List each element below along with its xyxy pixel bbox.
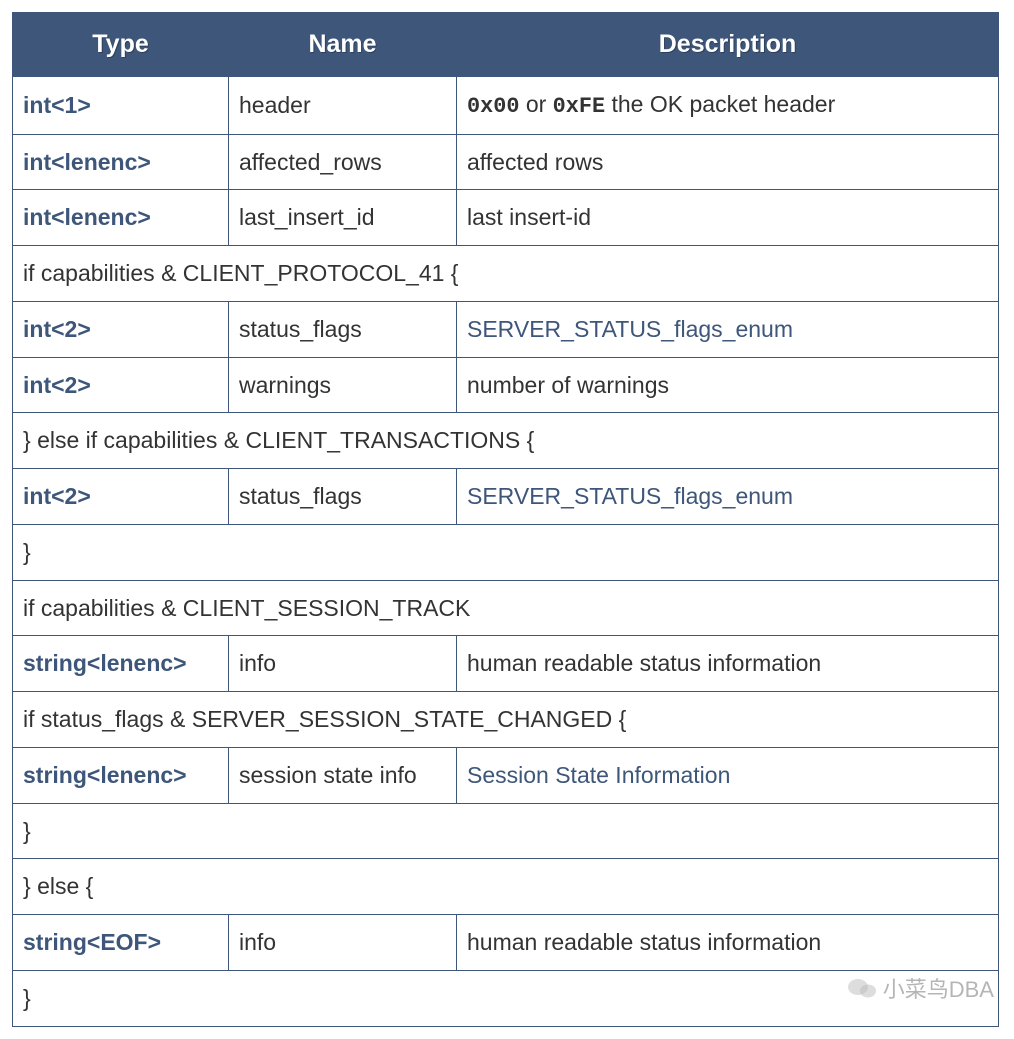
name-cell: header — [229, 77, 457, 134]
name-cell: status_flags — [229, 301, 457, 357]
conditional-row: } — [13, 803, 999, 859]
description-cell: SERVER_STATUS_flags_enum — [457, 301, 999, 357]
conditional-row: if capabilities & CLIENT_SESSION_TRACK — [13, 580, 999, 636]
description-text: number of warnings — [467, 372, 669, 398]
col-header-type: Type — [13, 13, 229, 77]
table-row: if status_flags & SERVER_SESSION_STATE_C… — [13, 692, 999, 748]
table-row: if capabilities & CLIENT_PROTOCOL_41 { — [13, 246, 999, 302]
description-cell: last insert-id — [457, 190, 999, 246]
description-cell: human readable status information — [457, 915, 999, 971]
description-cell: affected rows — [457, 134, 999, 190]
conditional-row: } — [13, 524, 999, 580]
conditional-row: if status_flags & SERVER_SESSION_STATE_C… — [13, 692, 999, 748]
type-cell: int<2> — [13, 301, 229, 357]
description-text: affected rows — [467, 149, 603, 175]
table-header-row: Type Name Description — [13, 13, 999, 77]
type-cell: string<EOF> — [13, 915, 229, 971]
conditional-row: } — [13, 970, 999, 1026]
table-row: } — [13, 803, 999, 859]
description-text: or — [519, 91, 552, 117]
type-link[interactable]: string<lenenc> — [23, 650, 187, 676]
type-cell: int<2> — [13, 469, 229, 525]
type-link[interactable]: string<lenenc> — [23, 762, 187, 788]
description-cell: human readable status information — [457, 636, 999, 692]
type-link[interactable]: int<lenenc> — [23, 149, 151, 175]
code-literal: 0x00 — [467, 94, 519, 119]
conditional-row: } else { — [13, 859, 999, 915]
conditional-row: if capabilities & CLIENT_PROTOCOL_41 { — [13, 246, 999, 302]
table-row: } — [13, 524, 999, 580]
table-row: } else { — [13, 859, 999, 915]
type-link[interactable]: int<2> — [23, 483, 91, 509]
description-cell: SERVER_STATUS_flags_enum — [457, 469, 999, 525]
table-row: string<lenenc> session state info Session … — [13, 747, 999, 803]
name-cell: info — [229, 636, 457, 692]
table-row: int<lenenc> last_insert_id last insert-id — [13, 190, 999, 246]
table-row: string<lenenc> info human readable status … — [13, 636, 999, 692]
name-cell: warnings — [229, 357, 457, 413]
description-link[interactable]: SERVER_STATUS_flags_enum — [467, 316, 793, 342]
type-cell: int<lenenc> — [13, 190, 229, 246]
table-row: } — [13, 970, 999, 1026]
type-cell: int<1> — [13, 77, 229, 134]
table-row: int<lenenc> affected_rows affected rows — [13, 134, 999, 190]
table-row: int<2> status_flags SERVER_STATUS_flags_en… — [13, 469, 999, 525]
description-cell: Session State Information — [457, 747, 999, 803]
name-cell: session state info — [229, 747, 457, 803]
type-link[interactable]: int<lenenc> — [23, 204, 151, 230]
name-cell: status_flags — [229, 469, 457, 525]
table-row: } else if capabilities & CLIENT_TRANSACT… — [13, 413, 999, 469]
type-cell: int<2> — [13, 357, 229, 413]
table-row: if capabilities & CLIENT_SESSION_TRACK — [13, 580, 999, 636]
description-text: human readable status information — [467, 650, 821, 676]
name-cell: last_insert_id — [229, 190, 457, 246]
type-link[interactable]: int<2> — [23, 316, 91, 342]
type-link[interactable]: string<EOF> — [23, 929, 161, 955]
table-row: string<EOF> info human readable status inf… — [13, 915, 999, 971]
description-cell: 0x00 or 0xFE the OK packet header — [457, 77, 999, 134]
description-link[interactable]: Session State Information — [467, 762, 730, 788]
name-cell: affected_rows — [229, 134, 457, 190]
description-text: the OK packet header — [605, 91, 835, 117]
type-cell: string<lenenc> — [13, 636, 229, 692]
description-text: human readable status information — [467, 929, 821, 955]
table-row: int<2> warnings number of warnings — [13, 357, 999, 413]
type-link[interactable]: int<2> — [23, 372, 91, 398]
col-header-name: Name — [229, 13, 457, 77]
description-link[interactable]: SERVER_STATUS_flags_enum — [467, 483, 793, 509]
type-cell: int<lenenc> — [13, 134, 229, 190]
description-cell: number of warnings — [457, 357, 999, 413]
packet-payload-table: Type Name Description int<1>header0x00 o… — [12, 12, 999, 1027]
code-literal: 0xFE — [553, 94, 605, 119]
type-link[interactable]: int<1> — [23, 92, 91, 118]
table-row: int<1>header0x00 or 0xFE the OK packet h… — [13, 77, 999, 134]
col-header-desc: Description — [457, 13, 999, 77]
name-cell: info — [229, 915, 457, 971]
description-text: last insert-id — [467, 204, 591, 230]
table-row: int<2> status_flags SERVER_STATUS_flags_en… — [13, 301, 999, 357]
type-cell: string<lenenc> — [13, 747, 229, 803]
conditional-row: } else if capabilities & CLIENT_TRANSACT… — [13, 413, 999, 469]
